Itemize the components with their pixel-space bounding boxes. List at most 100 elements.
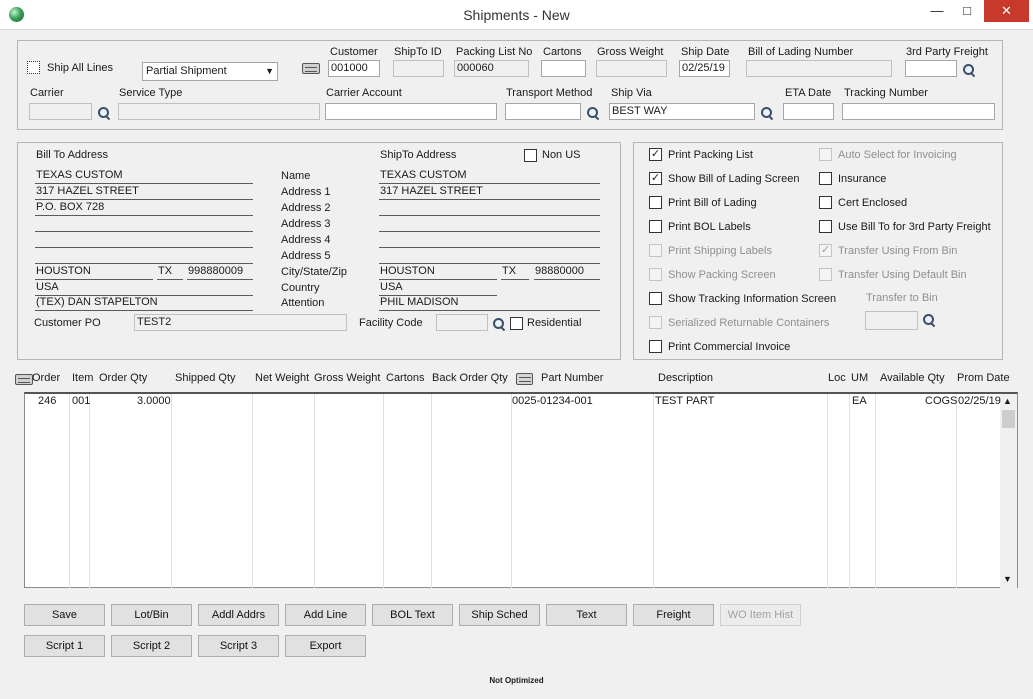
col-header-cartons[interactable]: Cartons	[386, 372, 425, 384]
shipto-address4-field[interactable]	[379, 232, 600, 248]
ship-all-lines-checkbox[interactable]	[27, 61, 40, 74]
save-button[interactable]: Save	[24, 604, 105, 626]
packing-list-field[interactable]: 000060	[454, 60, 529, 77]
scroll-down-icon[interactable]: ▼	[1003, 574, 1012, 584]
non-us-checkbox[interactable]	[524, 149, 537, 162]
freight-button[interactable]: Freight	[633, 604, 714, 626]
shipto-city-field[interactable]: HOUSTON	[379, 264, 497, 280]
col-header-prom-date[interactable]: Prom Date	[957, 372, 1010, 384]
shipto-address5-field[interactable]	[379, 248, 600, 264]
bol-text-button[interactable]: BOL Text	[372, 604, 453, 626]
col-header-gross-weight[interactable]: Gross Weight	[314, 372, 380, 384]
eta-date-field[interactable]	[783, 103, 834, 120]
col-header-item[interactable]: Item	[72, 372, 93, 384]
bill-to-city-field[interactable]: HOUSTON	[35, 264, 153, 280]
search-icon[interactable]	[760, 106, 774, 120]
transport-method-field[interactable]	[505, 103, 581, 120]
residential-checkbox[interactable]	[510, 317, 523, 330]
carrier-account-field[interactable]	[325, 103, 497, 120]
option-left-checkbox-3[interactable]	[649, 220, 662, 233]
shipto-country-field[interactable]: USA	[379, 280, 497, 296]
search-icon[interactable]	[97, 106, 111, 120]
customer-po-field[interactable]: TEST2	[134, 314, 347, 331]
shipto-state-field[interactable]: TX	[501, 264, 529, 280]
bol-number-field[interactable]	[746, 60, 892, 77]
col-header-back-order-qty[interactable]: Back Order Qty	[432, 372, 508, 384]
maximize-button[interactable]: □	[953, 0, 981, 22]
col-header-order[interactable]: Order	[32, 372, 60, 384]
shipto-zip-field[interactable]: 98880000	[534, 264, 600, 280]
bill-to-address4-field[interactable]	[35, 232, 253, 248]
option-left-checkbox-2[interactable]	[649, 196, 662, 209]
facility-code-field[interactable]	[436, 314, 488, 331]
shipto-address2-field[interactable]	[379, 200, 600, 216]
scroll-thumb[interactable]	[1002, 410, 1015, 428]
gross-weight-field[interactable]	[596, 60, 667, 77]
option-right-checkbox-2[interactable]	[819, 196, 832, 209]
col-header-shipped-qty[interactable]: Shipped Qty	[175, 372, 236, 384]
card-icon[interactable]	[302, 63, 320, 74]
option-left-checkbox-4[interactable]	[649, 244, 662, 257]
col-header-net-weight[interactable]: Net Weight	[255, 372, 309, 384]
col-header-loc[interactable]: Loc	[828, 372, 846, 384]
col-header-um[interactable]: UM	[851, 372, 868, 384]
part-card-icon[interactable]	[516, 373, 533, 385]
ship-sched-button[interactable]: Ship Sched	[459, 604, 540, 626]
shipto-attention-field[interactable]: PHIL MADISON	[379, 295, 600, 311]
search-icon[interactable]	[586, 106, 600, 120]
third-party-field[interactable]	[905, 60, 957, 77]
option-left-checkbox-1[interactable]: ✓	[649, 172, 662, 185]
option-left-checkbox-0[interactable]: ✓	[649, 148, 662, 161]
carrier-field[interactable]	[29, 103, 92, 120]
option-right-checkbox-0[interactable]	[819, 148, 832, 161]
option-left-checkbox-6[interactable]	[649, 292, 662, 305]
option-right-checkbox-4[interactable]: ✓	[819, 244, 832, 257]
minimize-button[interactable]: —	[922, 0, 952, 22]
option-left-checkbox-8[interactable]	[649, 340, 662, 353]
wo-item-hist-button[interactable]: WO Item Hist	[720, 604, 801, 626]
lot-bin-button[interactable]: Lot/Bin	[111, 604, 192, 626]
col-header-description[interactable]: Description	[658, 372, 713, 384]
tracking-number-field[interactable]	[842, 103, 995, 120]
option-right-checkbox-1[interactable]	[819, 172, 832, 185]
bill-to-address5-field[interactable]	[35, 248, 253, 264]
search-icon[interactable]	[922, 313, 936, 327]
grid-card-icon[interactable]	[15, 374, 33, 385]
addl-addrs-button[interactable]: Addl Addrs	[198, 604, 279, 626]
col-header-order-qty[interactable]: Order Qty	[99, 372, 147, 384]
customer-field[interactable]: 001000	[328, 60, 380, 77]
ship-via-field[interactable]: BEST WAY	[609, 103, 755, 120]
export-button[interactable]: Export	[285, 635, 366, 657]
shipto-id-field[interactable]	[393, 60, 444, 77]
transfer-to-bin-field[interactable]	[865, 311, 918, 330]
shipto-address3-field[interactable]	[379, 216, 600, 232]
shipment-type-select[interactable]: Partial Shipment ▼	[142, 62, 278, 81]
bill-to-name-field[interactable]: TEXAS CUSTOM	[35, 168, 253, 184]
grid-vertical-scrollbar[interactable]: ▲ ▼	[1000, 394, 1017, 588]
shipto-name-field[interactable]: TEXAS CUSTOM	[379, 168, 600, 184]
search-icon[interactable]	[962, 63, 976, 77]
text-button[interactable]: Text	[546, 604, 627, 626]
option-right-checkbox-5[interactable]	[819, 268, 832, 281]
script-2-button[interactable]: Script 2	[111, 635, 192, 657]
script-1-button[interactable]: Script 1	[24, 635, 105, 657]
bill-to-zip-field[interactable]: 998880009	[187, 264, 253, 280]
scroll-up-icon[interactable]: ▲	[1003, 396, 1012, 406]
search-icon[interactable]	[492, 317, 506, 331]
col-header-available-qty[interactable]: Available Qty	[880, 372, 945, 384]
bill-to-address2-field[interactable]: P.O. BOX 728	[35, 200, 253, 216]
option-left-checkbox-7[interactable]	[649, 316, 662, 329]
option-right-checkbox-3[interactable]	[819, 220, 832, 233]
service-type-field[interactable]	[118, 103, 320, 120]
bill-to-address1-field[interactable]: 317 HAZEL STREET	[35, 184, 253, 200]
ship-date-field[interactable]: 02/25/19	[679, 60, 730, 77]
cartons-field[interactable]	[541, 60, 586, 77]
add-line-button[interactable]: Add Line	[285, 604, 366, 626]
col-header-part-number[interactable]: Part Number	[541, 372, 603, 384]
option-left-checkbox-5[interactable]	[649, 268, 662, 281]
shipto-address1-field[interactable]: 317 HAZEL STREET	[379, 184, 600, 200]
bill-to-country-field[interactable]: USA	[35, 280, 253, 296]
bill-to-state-field[interactable]: TX	[157, 264, 183, 280]
script-3-button[interactable]: Script 3	[198, 635, 279, 657]
close-button[interactable]: ✕	[984, 0, 1029, 22]
